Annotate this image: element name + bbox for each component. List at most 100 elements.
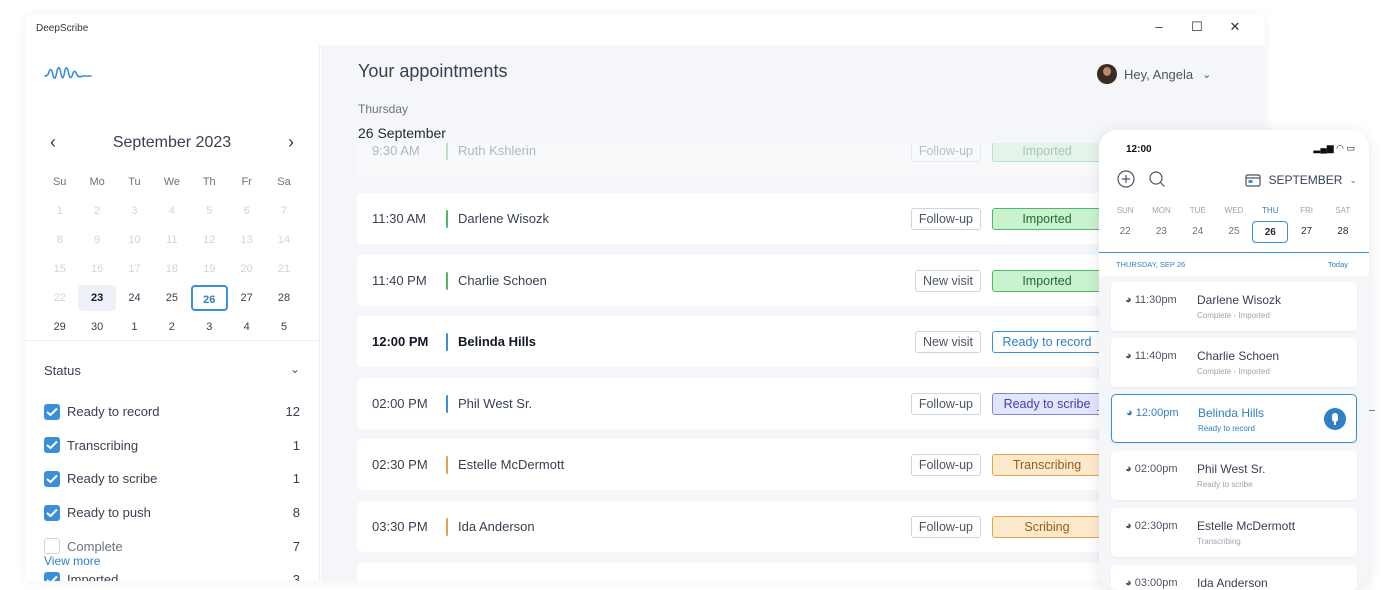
patient-name: Phil West Sr. [458,396,533,411]
calendar-day[interactable]: 1 [116,314,153,340]
calendar-day[interactable]: 7 [265,198,302,224]
phone-toolbar: SEPTEMBER ⌄ [1117,170,1357,192]
status-checkbox[interactable] [44,403,60,420]
calendar-day[interactable]: 28 [265,285,302,311]
phone-appointment-card[interactable]: ◕ 11:40pm Charlie Schoen Complete - Impo… [1111,338,1357,387]
status-checkbox[interactable] [44,504,60,521]
phone-date[interactable]: 22 [1107,221,1143,243]
calendar-day[interactable]: 20 [228,256,265,282]
chevron-left-icon[interactable]: ‹ [43,132,63,152]
calendar-day[interactable]: 1 [41,198,78,224]
calendar-day[interactable]: 22 [41,285,78,311]
calendar-day[interactable]: 29 [41,314,78,340]
calendar-day[interactable]: 9 [78,227,115,253]
calendar-day[interactable]: 30 [78,314,115,340]
weekday-label: Mo [89,175,105,188]
calendar-day[interactable]: 13 [228,227,265,253]
status-count: 1 [292,471,300,487]
status-filter-item[interactable]: Ready to record 12 [44,395,300,429]
status-filter-header[interactable]: Status ⌄ [44,362,300,378]
today-link[interactable]: Today [1328,260,1348,269]
calendar-day[interactable]: 18 [153,256,190,282]
maximize-button[interactable]: ☐ [1186,19,1208,35]
appointment-row[interactable]: 11:30 AM Darlene Wisozk Follow-up Import… [357,193,1102,244]
minimize-button[interactable]: – [1148,19,1170,34]
view-more-link[interactable]: View more [44,554,100,568]
phone-date[interactable]: 28 [1325,221,1361,243]
appointment-time: 11:30 AM [372,211,426,226]
calendar-day[interactable]: 11 [153,227,190,253]
calendar-day[interactable]: 4 [228,314,265,340]
status-checkbox[interactable] [44,538,60,555]
appointment-row[interactable]: 02:00 PM Phil West Sr. Follow-up Ready t… [357,378,1102,429]
app-name: DeepScribe [36,23,89,34]
calendar-day[interactable]: 4 [153,198,190,224]
calendar-day[interactable]: 27 [228,285,265,311]
status-bar [446,271,448,290]
calendar-day[interactable]: 16 [78,256,115,282]
calendar-day[interactable]: 2 [153,314,190,340]
user-menu[interactable]: Hey, Angela ⌄ [1097,63,1211,85]
phone-appointment-card[interactable]: ◕ 03:00pm Ida Anderson [1111,565,1357,590]
calendar-day[interactable]: 12 [191,227,228,253]
status-bar [446,332,448,351]
status-checkbox[interactable] [44,470,60,487]
calendar-day[interactable]: 2 [78,198,115,224]
weekday-label: Fr [241,175,252,188]
month-selector[interactable]: SEPTEMBER ⌄ [1245,173,1357,187]
calendar-day[interactable]: 5 [191,198,228,224]
calendar-day[interactable]: 24 [116,285,153,311]
search-icon[interactable] [1148,170,1166,193]
calendar-day[interactable]: 3 [191,314,228,340]
visit-type-tag: Follow-up [910,453,981,476]
calendar-month-title: September 2023 [112,134,232,151]
calendar-day-selected[interactable]: 23 [78,284,116,311]
status-label: Ready to record [67,404,160,420]
appointment-row[interactable]: 12:00 PM Belinda Hills New visit Ready t… [357,316,1102,367]
close-button[interactable]: ✕ [1224,19,1246,35]
status-tag: Transcribing [992,453,1102,476]
status-label: Imported [67,572,119,581]
phone-card-time-text: 02:00pm [1134,463,1178,475]
phone-date[interactable]: 25 [1216,221,1252,243]
status-checkbox[interactable] [44,437,60,454]
calendar-day[interactable]: 8 [41,227,78,253]
phone-date[interactable]: 27 [1288,221,1324,243]
chevron-down-icon[interactable]: ⌄ [290,362,300,376]
appointment-row[interactable] [357,563,1102,581]
phone-card-time-text: 12:00pm [1135,407,1179,419]
phone-date-selected[interactable]: 26 [1252,221,1289,243]
calendar-day-today[interactable]: 26 [190,284,228,311]
appointment-row[interactable]: 02:30 PM Estelle McDermott Follow-up Tra… [357,439,1102,490]
calendar-day[interactable]: 15 [41,256,78,282]
status-label: Complete [67,538,123,554]
status-filter-item[interactable]: Ready to scribe 1 [44,462,300,496]
calendar-day[interactable]: 21 [265,256,302,282]
phone-date[interactable]: 23 [1143,221,1179,243]
add-icon[interactable] [1117,170,1135,193]
status-filter-item[interactable]: Transcribing 1 [44,429,300,463]
calendar-day[interactable]: 5 [265,314,302,340]
chevron-right-icon[interactable]: › [281,132,301,152]
microphone-icon[interactable] [1324,408,1346,430]
phone-appointment-card[interactable]: ◕ 02:30pm Estelle McDermott Transcribing [1111,508,1357,557]
calendar-day[interactable]: 17 [116,256,153,282]
phone-appointment-card[interactable]: ◕ 11:30pm Darlene Wisozk Complete - Impo… [1111,282,1357,331]
appointment-row[interactable]: 03:30 PM Ida Anderson Follow-up Scribing [357,501,1102,552]
calendar-day[interactable]: 6 [228,198,265,224]
status-checkbox[interactable] [44,571,60,581]
phone-appointment-card-selected[interactable]: ◕ 12:00pm Belinda Hills Ready to record [1111,394,1357,443]
visit-type-tag: Follow-up [910,207,981,230]
calendar-day[interactable]: 10 [116,227,153,253]
phone-appointment-card[interactable]: ◕ 02:00pm Phil West Sr. Ready to scribe [1111,451,1357,500]
calendar-day[interactable]: 3 [116,198,153,224]
appointment-row[interactable]: 11:40 PM Charlie Schoen New visit Import… [357,255,1102,306]
phone-card-name: Darlene Wisozk [1197,293,1282,307]
status-filter-item[interactable]: Ready to push 8 [44,496,300,530]
phone-date[interactable]: 24 [1180,221,1216,243]
calendar-day[interactable]: 19 [191,256,228,282]
calendar-week: 22 23 24 25 26 27 28 [41,283,303,312]
appointment-row[interactable]: 9:30 AM Ruth Kshlerin Follow-up Imported [357,143,1102,176]
calendar-day[interactable]: 14 [265,227,302,253]
calendar-day[interactable]: 25 [153,285,190,311]
